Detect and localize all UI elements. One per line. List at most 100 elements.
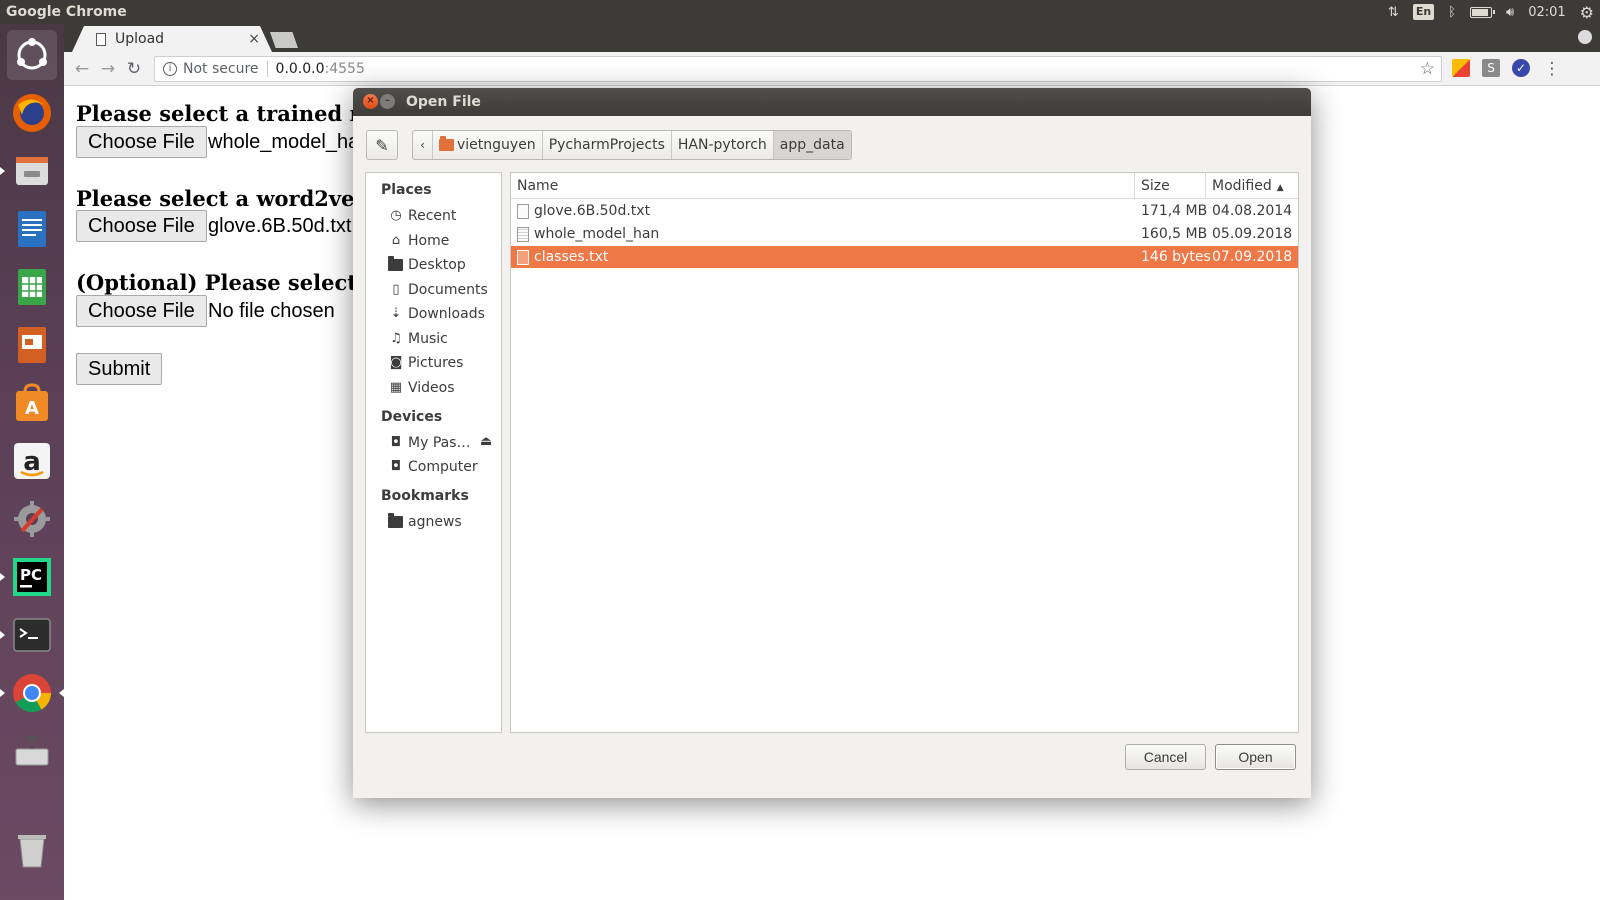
dash-home-icon[interactable] [7, 30, 57, 80]
file-list-header: Name Size Modified ▲ [511, 173, 1298, 199]
camera-icon: ◙ [389, 355, 403, 370]
sidebar-item-recent[interactable]: ◷ Recent [388, 205, 456, 227]
bluetooth-icon[interactable]: ᛒ [1448, 0, 1456, 24]
sidebar-item-label: Videos [408, 380, 455, 396]
column-header-size[interactable]: Size [1134, 173, 1205, 199]
running-indicator [0, 167, 5, 175]
keyboard-layout-indicator[interactable]: En [1412, 4, 1435, 20]
running-indicator [0, 573, 5, 581]
sidebar-item-my-passport[interactable]: ◘ My Pas… [388, 432, 471, 454]
cancel-button[interactable]: Cancel [1125, 744, 1206, 770]
power-gear-icon[interactable]: ⚙ [1580, 0, 1594, 24]
new-tab-button[interactable] [270, 32, 298, 48]
writer-icon[interactable] [7, 204, 57, 254]
folder-icon [388, 513, 403, 528]
reload-icon[interactable]: ↻ [124, 59, 144, 79]
software-center-icon[interactable]: A [7, 378, 57, 428]
path-crumb-app-data[interactable]: app_data [773, 131, 851, 159]
devices-heading: Devices [381, 409, 443, 425]
sidebar-item-music[interactable]: ♫ Music [388, 328, 448, 350]
tab-close-icon[interactable]: × [248, 31, 260, 47]
chrome-icon[interactable] [0, 668, 64, 718]
info-icon[interactable]: i [163, 62, 177, 76]
firefox-icon[interactable] [7, 88, 57, 138]
page-icon [96, 32, 106, 46]
trash-icon[interactable] [7, 824, 57, 874]
file-row[interactable]: glove.6B.50d.txt 171,4 MB 04.08.2014 [511, 200, 1298, 222]
forward-arrow-icon[interactable]: → [98, 59, 118, 79]
sidebar-item-downloads[interactable]: ⇣ Downloads [388, 303, 485, 325]
places-sidebar: Places ◷ Recent ⌂ Home Desktop ▯ Documents … [365, 172, 502, 733]
open-button[interactable]: Open [1215, 744, 1296, 770]
file-modified: 05.09.2018 [1212, 226, 1293, 242]
omnibox-divider [266, 61, 268, 77]
file-row-selected[interactable]: classes.txt 146 bytes 07.09.2018 [511, 246, 1298, 268]
sidebar-item-documents[interactable]: ▯ Documents [388, 279, 487, 301]
tab-strip: Upload × [64, 24, 1600, 52]
dialog-minimize-icon[interactable]: – [380, 94, 395, 109]
file-manager-icon[interactable] [0, 146, 57, 196]
battery-icon[interactable] [1469, 0, 1495, 24]
submit-button[interactable]: Submit [76, 353, 163, 385]
eject-icon[interactable]: ⏏ [480, 434, 492, 449]
pycharm-icon[interactable]: PC [0, 552, 57, 602]
column-header-modified[interactable]: Modified ▲ [1205, 173, 1298, 199]
volume-icon[interactable]: 🔊︎ [1506, 0, 1514, 24]
home-folder-icon [439, 136, 454, 151]
extension-s-icon[interactable]: S [1482, 59, 1500, 77]
svg-text:PC: PC [20, 566, 42, 584]
file-size: 160,5 MB [1141, 226, 1208, 242]
path-crumb-pycharmprojects[interactable]: PycharmProjects [543, 131, 672, 159]
terminal-icon[interactable] [0, 610, 57, 660]
extension-k-icon[interactable]: ✓ [1512, 59, 1530, 77]
network-icon[interactable]: ⇅ [1388, 0, 1399, 24]
choose-file-model-button[interactable]: Choose File [76, 126, 207, 158]
top-panel: Google Chrome ⇅ En ᛒ 🔊︎ 02:01 ⚙ [0, 0, 1600, 24]
extension-icon[interactable] [1452, 59, 1470, 77]
file-size: 171,4 MB [1141, 203, 1208, 219]
back-arrow-icon[interactable]: ← [72, 59, 92, 79]
sidebar-item-agnews[interactable]: agnews [388, 511, 462, 533]
path-scroll-left-icon[interactable]: ‹ [413, 131, 433, 159]
profile-icon[interactable] [1578, 30, 1592, 44]
sidebar-item-videos[interactable]: ▦ Videos [388, 377, 455, 399]
column-header-name[interactable]: Name [511, 173, 1134, 199]
sidebar-item-computer[interactable]: ◘ Computer [388, 456, 478, 478]
download-icon: ⇣ [390, 306, 402, 321]
binary-file-icon [517, 226, 529, 242]
choose-file-word2vec-button[interactable]: Choose File [76, 210, 207, 242]
choose-file-optional-button[interactable]: Choose File [76, 295, 207, 327]
file-name-cell: whole_model_han [517, 226, 659, 242]
usb-creator-icon[interactable] [7, 726, 57, 776]
bookmark-star-icon[interactable]: ☆ [1420, 59, 1435, 79]
path-crumb-home[interactable]: vietnguyen [433, 131, 543, 159]
security-label[interactable]: Not secure [183, 61, 259, 77]
dialog-titlebar[interactable]: × – Open File [353, 88, 1311, 116]
system-settings-icon[interactable] [7, 494, 57, 544]
menu-kebab-icon[interactable]: ⋮ [1542, 59, 1562, 79]
type-location-pencil-icon[interactable]: ✎ [366, 130, 398, 160]
film-icon: ▦ [389, 380, 403, 395]
impress-icon[interactable] [7, 320, 57, 370]
tab-upload[interactable]: Upload × [72, 26, 272, 52]
text-file-icon [517, 203, 529, 219]
running-indicator [0, 631, 5, 639]
sidebar-item-desktop[interactable]: Desktop [388, 254, 466, 276]
file-list: Name Size Modified ▲ glove.6B.50d.txt 171… [510, 172, 1299, 733]
amazon-icon[interactable]: a [7, 436, 57, 486]
sidebar-item-home[interactable]: ⌂ Home [388, 230, 449, 252]
address-bar[interactable]: i Not secure 0.0.0.0:4555 ☆ [154, 56, 1442, 82]
active-app-title: Google Chrome [6, 4, 127, 20]
calc-icon[interactable] [7, 262, 57, 312]
path-crumb-han-pytorch[interactable]: HAN-pytorch [672, 131, 774, 159]
unity-launcher: A a PC [0, 24, 64, 900]
bookmarks-heading: Bookmarks [381, 488, 469, 504]
file-modified: 04.08.2014 [1212, 203, 1293, 219]
dialog-close-icon[interactable]: × [363, 94, 378, 109]
sidebar-item-label: Pictures [408, 355, 464, 371]
tab-title: Upload [115, 31, 165, 47]
chosen-file-optional: No file chosen [208, 300, 335, 322]
sidebar-item-pictures[interactable]: ◙ Pictures [388, 352, 464, 374]
file-row[interactable]: whole_model_han 160,5 MB 05.09.2018 [511, 223, 1298, 245]
clock[interactable]: 02:01 [1528, 0, 1565, 24]
